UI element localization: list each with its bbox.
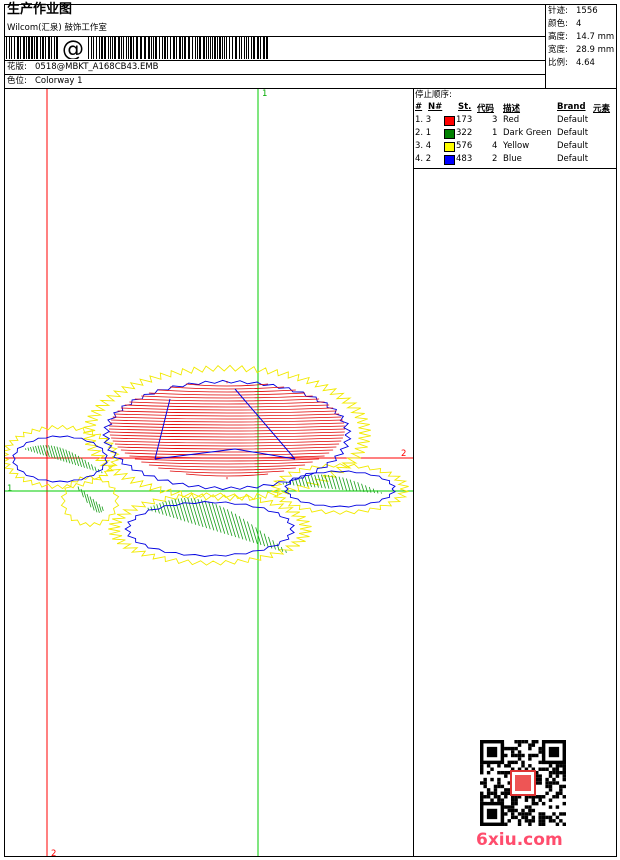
sequence-row-code: 4 — [492, 141, 498, 151]
sequence-row-code: 2 — [492, 154, 498, 164]
color-swatch — [444, 116, 455, 126]
panel-bottom-line — [413, 168, 617, 169]
stats-divider — [545, 4, 546, 88]
design-value: 0518@MBKT_A168CB43.EMB — [35, 62, 159, 72]
col-code: 代码 — [477, 104, 495, 114]
sequence-row-number: 3. 4 — [415, 141, 432, 151]
page-title: 生产作业图 — [7, 2, 73, 17]
qr-code — [480, 740, 566, 826]
col-brand: Brand — [557, 102, 586, 112]
barcode: @ — [6, 37, 268, 59]
sequence-row-code: 3 — [492, 115, 498, 125]
sequence-row-brand: Default — [557, 115, 589, 125]
sequence-row-stitches: 173 — [456, 115, 473, 125]
col-st: St. — [458, 102, 472, 112]
stitches-value: 1556 — [576, 6, 598, 16]
color-swatch — [444, 155, 455, 165]
col-desc: 描述 — [503, 104, 521, 114]
guide-label-h2: 2 — [401, 449, 407, 459]
watermark-text: 6xiu.com — [476, 830, 563, 850]
sequence-row-code: 1 — [492, 128, 498, 138]
flipper-left-green — [77, 486, 104, 513]
sequence-row-description: Red — [503, 115, 520, 125]
sequence-row-brand: Default — [557, 141, 589, 151]
ratio-value: 4.64 — [576, 58, 595, 68]
col-n: N# — [428, 102, 443, 112]
flipper-bottom-green — [147, 497, 287, 553]
sequence-row-stitches: 483 — [456, 154, 473, 164]
col-element: 元素 — [593, 104, 611, 114]
colorway-value: Colorway 1 — [35, 76, 83, 86]
sequence-row-number: 2. 1 — [415, 128, 432, 138]
sequence-row-stitches: 322 — [456, 128, 473, 138]
guide-label-v1: 1 — [262, 89, 268, 99]
height-value: 14.7 mm — [576, 32, 615, 42]
outline-flipper-bottom-blue — [124, 501, 295, 557]
width-value: 28.9 mm — [576, 45, 615, 55]
header-separator — [4, 74, 545, 75]
col-hash: # — [415, 102, 423, 112]
guide-label-h1: 1 — [7, 484, 13, 494]
shell-red-fill — [108, 381, 346, 480]
outline-flipper-right-blue — [284, 470, 396, 508]
panel-divider — [413, 88, 414, 857]
colors-value: 4 — [576, 19, 582, 29]
sequence-row-description: Yellow — [503, 141, 530, 151]
outline-head-blue — [12, 435, 108, 483]
sequence-row-number: 1. 3 — [415, 115, 432, 125]
ratio-label: 比例: — [548, 58, 568, 68]
sequence-row-number: 4. 2 — [415, 154, 432, 164]
guide-label-v2: 2 — [51, 849, 57, 859]
stitches-label: 针迹: — [548, 6, 568, 16]
head-green — [25, 445, 103, 474]
color-swatch — [444, 142, 455, 152]
svg-text:@: @ — [62, 37, 84, 59]
sequence-row-brand: Default — [557, 128, 589, 138]
width-label: 宽度: — [548, 45, 568, 55]
embroidery-drawing — [5, 89, 413, 856]
sequence-row-description: Blue — [503, 154, 522, 164]
sequence-row-stitches: 576 — [456, 141, 473, 151]
sequence-row-description: Dark Green — [503, 128, 552, 138]
height-label: 高度: — [548, 32, 568, 42]
colors-label: 颜色: — [548, 19, 568, 29]
colorway-label: 色位: — [7, 76, 27, 86]
color-swatch — [444, 129, 455, 139]
header-separator — [4, 60, 545, 61]
sequence-row-brand: Default — [557, 154, 589, 164]
studio-name: Wilcom(汇泉) 鼓饰工作室 — [7, 23, 107, 33]
sequence-heading: 停止顺序: — [415, 90, 452, 100]
design-label: 花版: — [7, 62, 27, 72]
